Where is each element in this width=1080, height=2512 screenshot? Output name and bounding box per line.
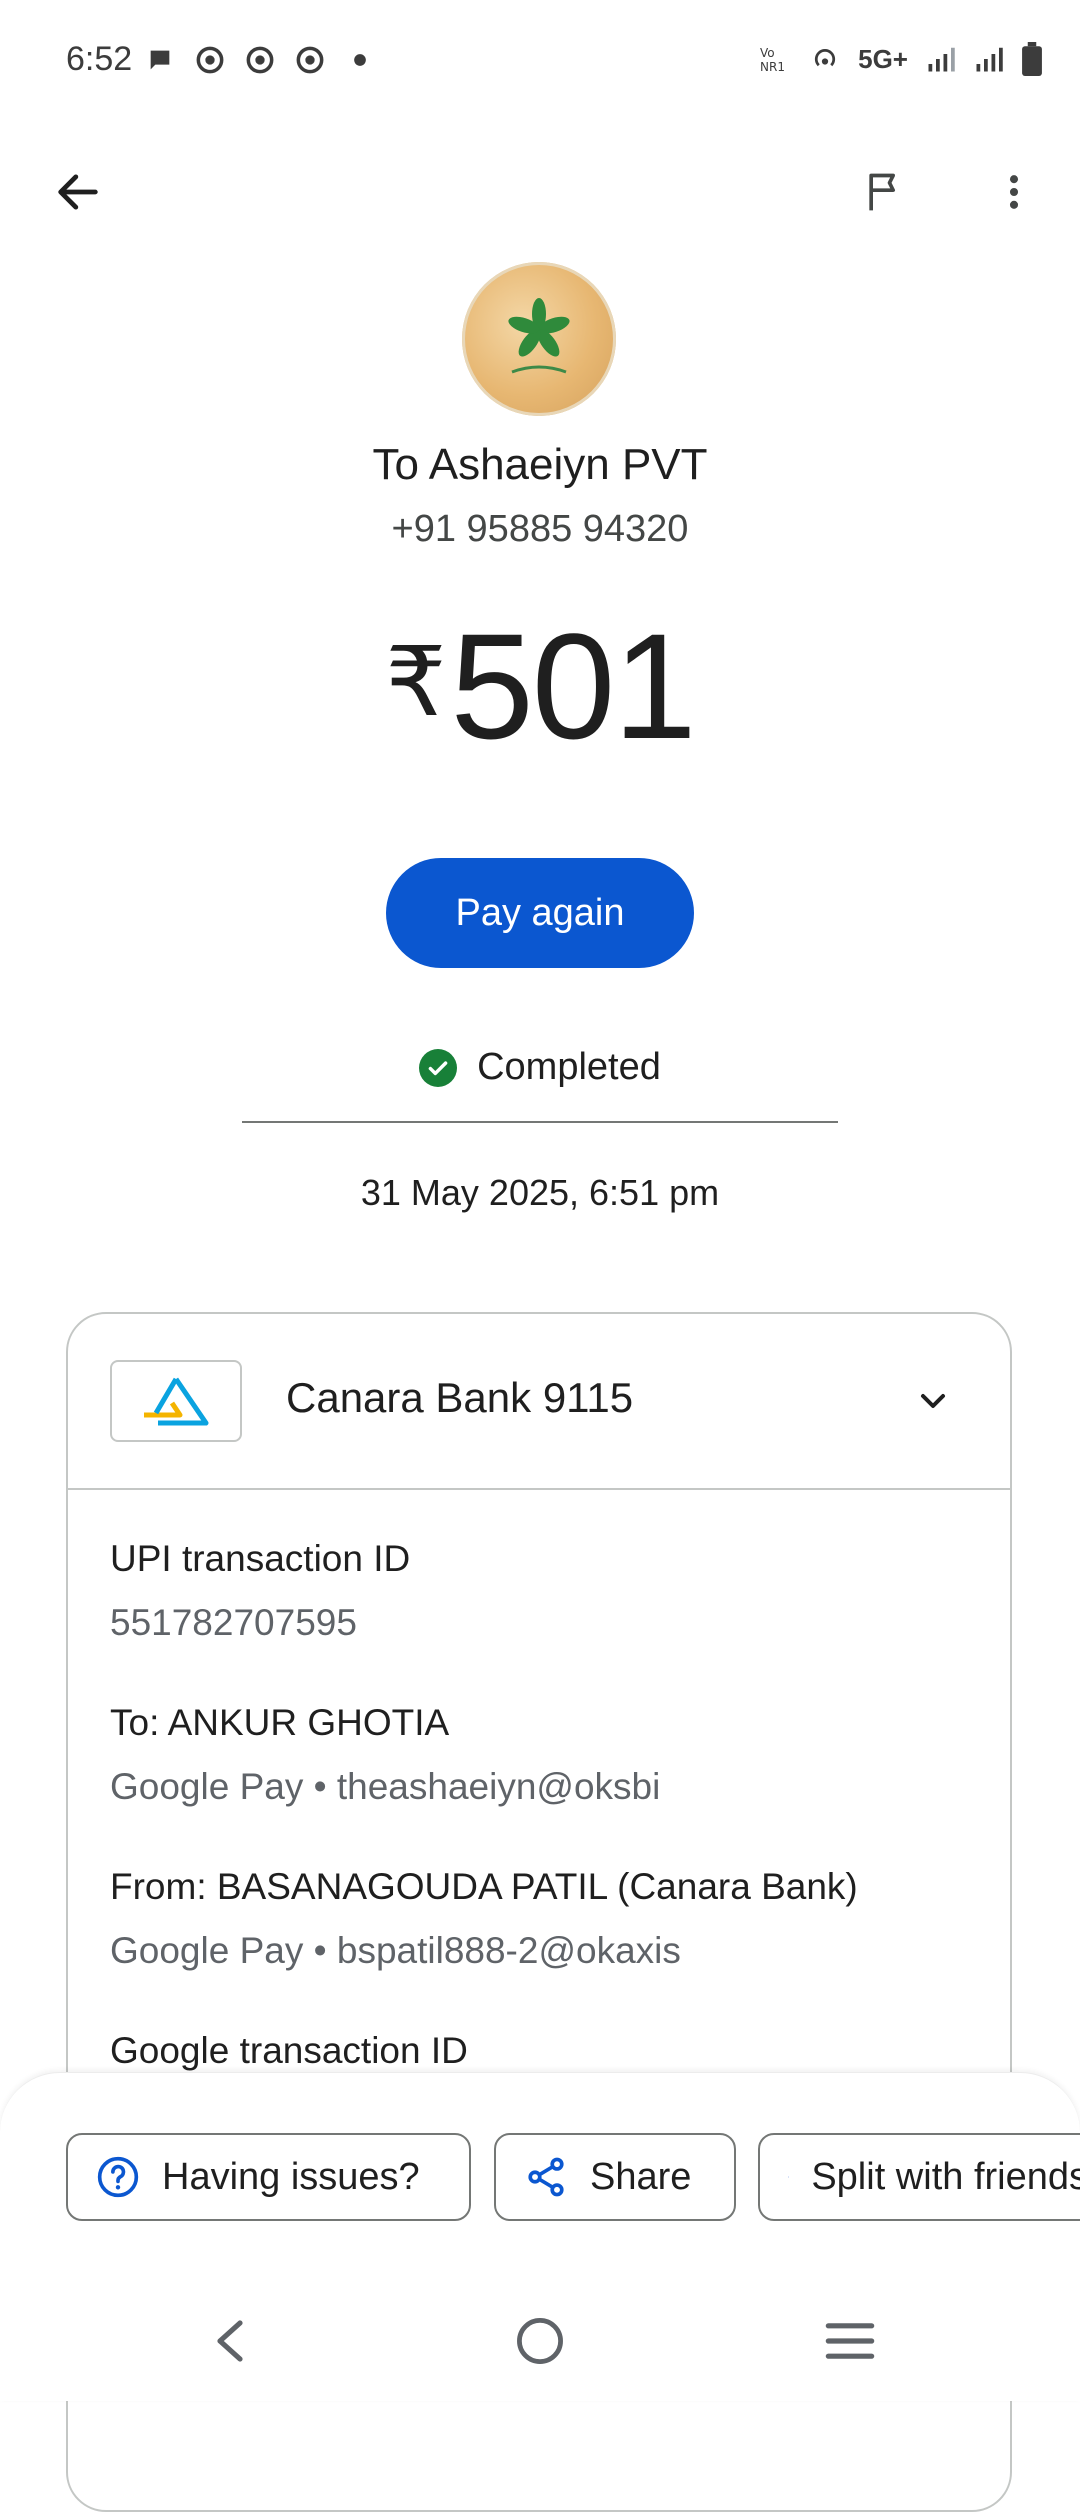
nav-home-button[interactable] <box>510 2311 570 2371</box>
split-label: Split with friends <box>811 2156 1080 2199</box>
status-bar: 6:52 VoNR1 5G+ <box>0 0 1080 120</box>
dot-icon <box>346 46 374 74</box>
arrow-back-icon <box>52 166 104 218</box>
more-vert-icon <box>992 170 1036 214</box>
check-circle-icon <box>419 1049 457 1087</box>
nav-recents-button[interactable] <box>820 2311 880 2371</box>
nav-back-button[interactable] <box>200 2311 260 2371</box>
split-with-friends-button[interactable]: Split with friends <box>758 2133 1080 2221</box>
bank-logo-icon <box>110 1360 242 1442</box>
share-label: Share <box>590 2156 691 2199</box>
volte-icon: VoNR1 <box>758 44 792 74</box>
detail-value: Google Pay • theashaeiyn@oksbi <box>110 1766 660 1808</box>
transaction-status: Completed <box>0 1046 1080 1089</box>
signal-icon <box>974 44 1004 74</box>
bottom-action-sheet: Having issues? Share Split with friends <box>0 2072 1080 2401</box>
svg-text:Vo: Vo <box>760 46 775 60</box>
detail-to: To: ANKUR GHOTIA Google Pay • theashaeiy… <box>110 1702 660 1808</box>
people-icon <box>788 2155 789 2199</box>
battery-icon <box>1022 42 1042 76</box>
detail-label: From: BASANAGOUDA PATIL (Canara Bank) <box>110 1866 858 1908</box>
detail-value: Google Pay • bspatil888-2@okaxis <box>110 1930 858 1972</box>
notification-icons <box>146 46 374 74</box>
divider <box>242 1121 838 1123</box>
bank-account-row[interactable]: Canara Bank 9115 <box>68 1314 1010 1490</box>
bank-name: Canara Bank 9115 <box>286 1374 633 1422</box>
help-icon <box>96 2155 140 2199</box>
detail-google-txn-id: Google transaction ID <box>110 2030 468 2072</box>
network-type: 5G+ <box>858 44 908 75</box>
transaction-datetime: 31 May 2025, 6:51 pm <box>0 1172 1080 1214</box>
having-issues-label: Having issues? <box>162 2156 420 2199</box>
back-button[interactable] <box>40 154 116 230</box>
amount: ₹501 <box>0 600 1080 773</box>
more-options-button[interactable] <box>976 154 1052 230</box>
detail-upi-id: UPI transaction ID 551782707595 <box>110 1538 410 1644</box>
detail-label: To: ANKUR GHOTIA <box>110 1702 660 1744</box>
svg-text:NR1: NR1 <box>760 60 785 74</box>
amount-value: 501 <box>450 602 694 770</box>
share-button[interactable]: Share <box>494 2133 736 2221</box>
detail-label: Google transaction ID <box>110 2030 468 2072</box>
chrome-icon <box>296 46 324 74</box>
chrome-icon <box>246 46 274 74</box>
expand-button[interactable] <box>908 1376 958 1426</box>
hotspot-icon <box>810 44 840 74</box>
system-nav-bar <box>0 2281 1080 2401</box>
share-icon <box>524 2155 568 2199</box>
chevron-down-icon <box>913 1381 953 1421</box>
detail-value[interactable]: 551782707595 <box>110 1602 410 1644</box>
flag-icon <box>862 170 906 214</box>
pay-again-button[interactable]: Pay again <box>386 858 694 968</box>
detail-label: UPI transaction ID <box>110 1538 410 1580</box>
leaf-logo-icon <box>462 262 616 416</box>
currency-symbol: ₹ <box>385 629 446 736</box>
recipient-phone: +91 95885 94320 <box>0 508 1080 551</box>
signal-icon <box>926 44 956 74</box>
system-icons: VoNR1 5G+ <box>758 42 1042 76</box>
recipient-name: To Ashaeiyn PVT <box>0 440 1080 490</box>
nav-recents-icon <box>824 2319 876 2363</box>
nav-back-icon <box>210 2316 250 2366</box>
nav-home-icon <box>514 2315 566 2367</box>
having-issues-button[interactable]: Having issues? <box>66 2133 471 2221</box>
chat-bubble-icon <box>146 46 174 74</box>
detail-from: From: BASANAGOUDA PATIL (Canara Bank) Go… <box>110 1866 858 1972</box>
status-time: 6:52 <box>66 40 132 79</box>
report-button[interactable] <box>846 154 922 230</box>
status-label: Completed <box>477 1046 661 1089</box>
chrome-icon <box>196 46 224 74</box>
top-app-bar <box>0 130 1080 240</box>
recipient-avatar <box>462 262 616 416</box>
